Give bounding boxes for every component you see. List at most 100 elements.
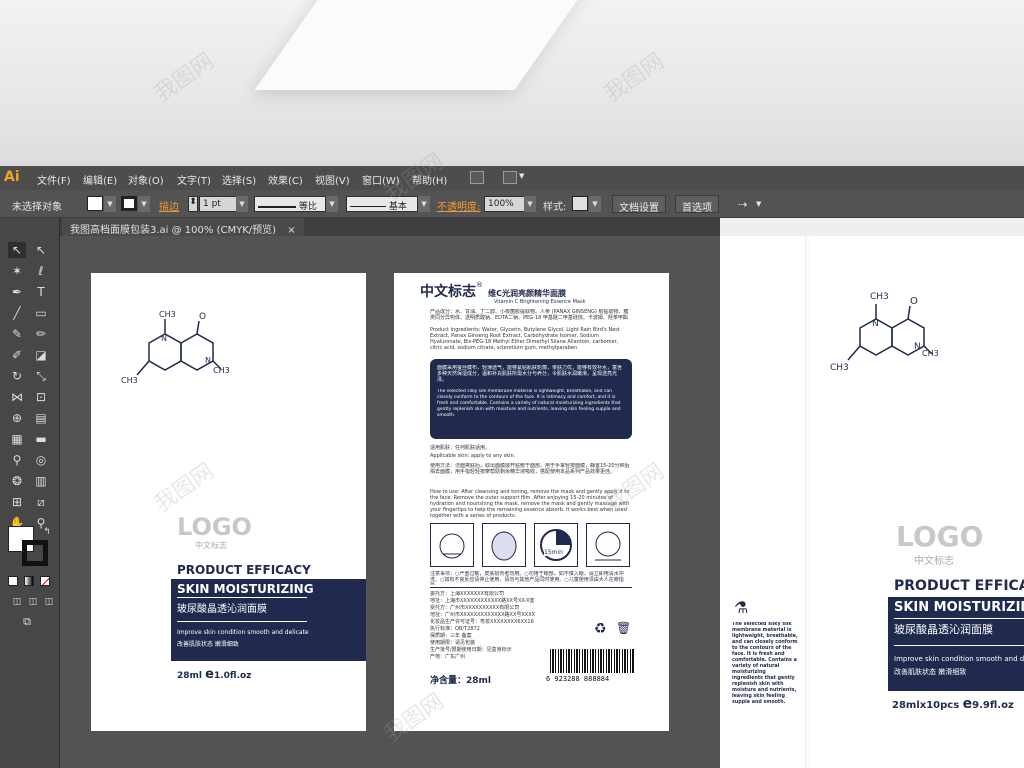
panel-menu-dropdown-icon[interactable]: ▼ — [756, 200, 761, 208]
front-e-mark: e — [205, 667, 214, 682]
lasso-tool-icon[interactable]: ℓ — [32, 263, 50, 279]
draw-inside-icon[interactable]: ◫ — [40, 594, 58, 610]
bridge-icon[interactable] — [470, 171, 484, 184]
direct-selection-tool-icon[interactable]: ↖ — [32, 242, 50, 258]
preview-molecule-n-top: N — [872, 319, 879, 329]
app-logo: Ai — [4, 169, 20, 185]
perspective-grid-tool-icon[interactable]: ▤ — [32, 410, 50, 426]
free-transform-tool-icon[interactable]: ⊡ — [32, 389, 50, 405]
paintbrush-tool-icon[interactable]: ✎ — [8, 326, 26, 342]
back-brand: 中文标志 — [420, 284, 476, 300]
menu-file[interactable]: 文件(F) — [37, 172, 71, 187]
shape-builder-tool-icon[interactable]: ⊕ — [8, 410, 26, 426]
width-tool-icon[interactable]: ⋈ — [8, 389, 26, 405]
none-mode-icon[interactable] — [40, 576, 50, 586]
gradient-mode-icon[interactable] — [24, 576, 34, 586]
step-2-mask-icon — [482, 523, 526, 567]
arrange-dropdown-icon[interactable]: ▼ — [519, 172, 524, 180]
back-product-en: Vitamin C Brightening Essence Mask — [494, 299, 586, 305]
opacity-label[interactable]: 不透明度: — [437, 198, 480, 213]
profile-dropdown-icon[interactable]: ▼ — [326, 196, 338, 212]
stroke-weight-field[interactable]: 1 pt — [199, 196, 237, 212]
eraser-tool-icon[interactable]: ◪ — [32, 347, 50, 363]
front-navy-band: SKIN MOISTURIZING 玻尿酸晶透沁润面膜 Improve skin… — [171, 579, 366, 661]
rotate-tool-icon[interactable]: ↻ — [8, 368, 26, 384]
swap-colors-icon[interactable]: ↰ — [38, 524, 56, 540]
menu-help[interactable]: 帮助(H) — [412, 172, 447, 187]
menu-view[interactable]: 视图(V) — [315, 172, 350, 187]
style-label: 样式: — [543, 202, 567, 213]
maker-line-4: 地址：广州市XXXXXXXXXXXXX路XX号XXXX — [430, 612, 536, 618]
back-box-cn: 面膜采用蚕丝膜布，轻薄透气，能够紧贴肌肤轮廓，亲肤力优，能够有效补水，富含多种天… — [437, 365, 623, 383]
type-tool-icon[interactable]: T — [32, 284, 50, 300]
front-desc-en: Improve skin condition smooth and delica… — [177, 629, 309, 636]
preview-side-text: The selected silky silk membrane materia… — [732, 622, 798, 704]
brush-definition[interactable]: 基本 — [346, 196, 418, 212]
brush-label: 基本 — [388, 202, 407, 212]
scale-tool-icon[interactable]: ⤡ — [32, 368, 50, 384]
column-graph-tool-icon[interactable]: ▥ — [32, 473, 50, 489]
gradient-tool-icon[interactable]: ▬ — [32, 431, 50, 447]
front-volume: 28ml e1.0fl.oz — [177, 667, 251, 682]
artboard-tool-icon[interactable]: ⊞ — [8, 494, 26, 510]
maker-line-1: 委托方：上海XXXXXXX有限公司 — [430, 591, 504, 597]
magic-wand-tool-icon[interactable]: ✶ — [8, 263, 26, 279]
barcode-image — [550, 649, 634, 673]
pen-tool-icon[interactable]: ✒ — [8, 284, 26, 300]
align-panel-icon[interactable]: ⇢ — [738, 198, 747, 211]
stroke-label[interactable]: 描边 — [159, 198, 179, 213]
preferences-button[interactable]: 首选项 — [675, 195, 719, 214]
preview-volume: 28mlx10pcs e9.9fl.oz — [892, 696, 1014, 712]
eyedropper-tool-icon[interactable]: ⚲ — [8, 452, 26, 468]
slice-tool-icon[interactable]: ⧄ — [32, 494, 50, 510]
back-notice: 注意事项：○严重过敏，皮肤损伤者勿用。○勿用于眼部，如不慎入眼，请立即用清水冲洗… — [430, 571, 624, 585]
stroke-color-box[interactable] — [22, 540, 48, 566]
menu-edit[interactable]: 编辑(E) — [83, 172, 117, 187]
line-tool-icon[interactable]: ╱ — [8, 305, 26, 321]
opacity-dropdown-icon[interactable]: ▼ — [524, 196, 536, 212]
fill-swatch[interactable] — [87, 196, 103, 211]
menu-window[interactable]: 窗口(W) — [362, 172, 400, 187]
style-dropdown-icon[interactable]: ▼ — [589, 196, 601, 212]
front-volume-ml: 28ml — [177, 671, 202, 681]
rectangle-tool-icon[interactable]: ▭ — [32, 305, 50, 321]
preview-logo: LOGO — [896, 520, 984, 553]
preview-molecule-ch3-right: CH3 — [922, 349, 938, 358]
mesh-tool-icon[interactable]: ▦ — [8, 431, 26, 447]
maker-line-5: 化妆品生产许可证号：粤妆XXXXXXXX6XX16 — [430, 619, 534, 625]
menu-type[interactable]: 文字(T) — [177, 172, 211, 187]
stroke-weight-dropdown-icon[interactable]: ▼ — [236, 196, 248, 212]
front-volume-oz: 1.0fl.oz — [213, 671, 252, 681]
preview-title2: SKIN MOISTURIZIN — [894, 600, 1024, 615]
barcode-number: 6 923288 888884 — [546, 675, 610, 683]
symbol-sprayer-tool-icon[interactable]: ❂ — [8, 473, 26, 489]
blend-tool-icon[interactable]: ◎ — [32, 452, 50, 468]
arrange-documents-icon[interactable] — [503, 171, 517, 184]
variable-width-profile[interactable]: 等比 — [254, 196, 326, 212]
pencil-tool-icon[interactable]: ✏ — [32, 326, 50, 342]
back-ingredients-en: Product Ingredients: Water, Glycerin, Bu… — [430, 327, 620, 351]
brush-dropdown-icon[interactable]: ▼ — [418, 196, 430, 212]
maker-line-9: 生产批号/限期使用日期：见盒身标示 — [430, 647, 512, 653]
fill-dropdown-icon[interactable]: ▼ — [104, 196, 116, 212]
canvas-area[interactable]: CH3 N O CH3 N CH3 LOGO 中文标志 PRODUCT EFFI… — [60, 236, 720, 768]
document-setup-button[interactable]: 文档设置 — [612, 195, 666, 214]
graphic-style-swatch[interactable] — [572, 196, 588, 211]
artboard-front[interactable]: CH3 N O CH3 N CH3 LOGO 中文标志 PRODUCT EFFI… — [91, 273, 366, 731]
document-tab[interactable]: 我图高档面膜包装3.ai @ 100% (CMYK/预览) × — [62, 218, 304, 236]
color-mode-icon[interactable] — [8, 576, 18, 586]
stroke-stepper[interactable]: ⬍ — [188, 196, 198, 212]
close-tab-icon[interactable]: × — [287, 225, 295, 236]
menu-effect[interactable]: 效果(C) — [268, 172, 303, 187]
menu-select[interactable]: 选择(S) — [222, 172, 256, 187]
screen-mode-icon[interactable]: ⧉ — [18, 614, 36, 630]
blob-brush-tool-icon[interactable]: ✐ — [8, 347, 26, 363]
artboard-back[interactable]: 中文标志® 维C光润亮颜精华面膜 Vitamin C Brightening E… — [394, 273, 669, 731]
preview-logo-sub: 中文标志 — [914, 556, 954, 567]
molecule-ch3-left: CH3 — [121, 376, 138, 385]
selection-tool-icon[interactable]: ↖ — [8, 242, 26, 258]
menu-object[interactable]: 对象(O) — [128, 172, 164, 187]
flask-icon: ⚗ — [734, 598, 749, 617]
stroke-swatch[interactable] — [121, 196, 137, 211]
stroke-color-dropdown-icon[interactable]: ▼ — [138, 196, 150, 212]
